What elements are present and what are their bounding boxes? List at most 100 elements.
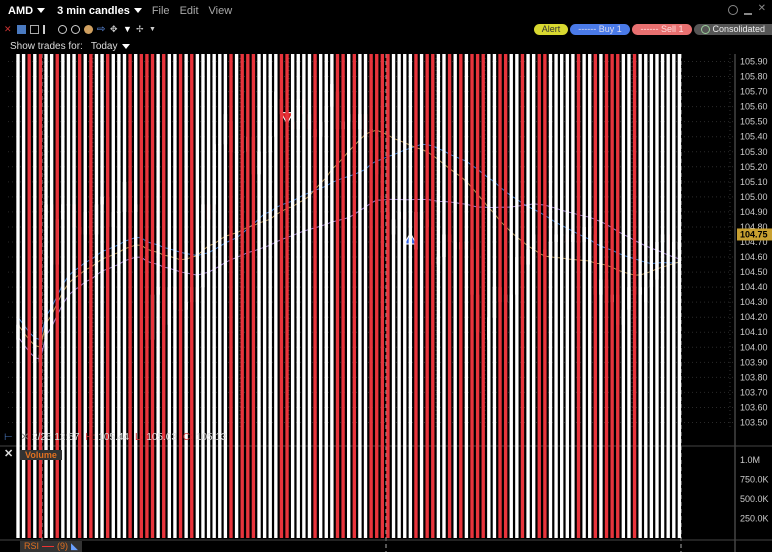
volume-bar [313, 54, 317, 538]
info-low: 105.03 [146, 431, 177, 443]
close-pane-icon[interactable]: ✕ [4, 447, 13, 460]
volume-bar [543, 54, 547, 538]
volume-bar [571, 54, 575, 538]
draw-tool-icon[interactable]: ✢ [136, 25, 145, 34]
volume-bar [515, 54, 519, 538]
window-controls: ✕ [727, 4, 766, 15]
volume-bar [117, 54, 121, 538]
volume-bar [246, 54, 250, 538]
volume-bar [531, 54, 536, 538]
volume-bar [229, 54, 233, 538]
price-tick-label: 103.80 [740, 372, 768, 382]
chevron-down-icon [37, 8, 46, 13]
info-datetime: 2/26 12:57 [32, 431, 80, 443]
chevron-down-icon[interactable]: ▼ [149, 25, 158, 34]
price-tick-label: 104.20 [740, 312, 768, 322]
volume-bar [27, 54, 31, 538]
volume-bar [94, 54, 99, 538]
price-tick-label: 104.00 [740, 342, 768, 352]
volume-bar [481, 54, 485, 538]
menu-file[interactable]: File [152, 5, 170, 17]
zoom-in-icon[interactable] [58, 25, 67, 34]
volume-bar [565, 54, 569, 538]
volume-bar [83, 54, 87, 538]
price-tick-label: 105.60 [740, 102, 768, 112]
sell-button[interactable]: ------ Sell 1 [632, 24, 692, 35]
volume-tick-label: 500.0K [740, 494, 769, 504]
volume-bar [134, 54, 138, 538]
volume-bar [599, 54, 603, 538]
price-tick-label: 105.00 [740, 192, 768, 202]
rsi-pane-label[interactable]: RSI (9) ◣ [20, 541, 82, 552]
volume-bar [122, 54, 127, 538]
volume-bars [16, 54, 682, 538]
volume-bar [274, 54, 278, 538]
volume-bar [61, 54, 65, 538]
volume-bar [560, 54, 564, 538]
crosshair-icon[interactable] [84, 25, 93, 34]
close-x-icon[interactable]: ✕ [4, 25, 13, 34]
volume-bar [285, 54, 289, 538]
grid-icon[interactable] [30, 25, 39, 34]
dropdown-arrow-icon[interactable]: ▼ [123, 25, 132, 34]
trades-filter-row: Show trades for: Today [0, 38, 772, 54]
volume-bar [66, 54, 71, 538]
info-low-label: L: [134, 431, 144, 443]
volume-bar [324, 54, 328, 538]
volume-bar [262, 54, 267, 538]
interval-selector[interactable]: 3 min candles [57, 5, 142, 17]
bar-chart-icon[interactable] [17, 25, 26, 34]
volume-bar [190, 54, 194, 538]
volume-bar [72, 54, 76, 538]
symbol-label: AMD [8, 4, 34, 17]
price-chart[interactable]: 105.90 105.80 105.70 105.60 105.50 105.40 105.… [0, 54, 772, 552]
price-tick-label: 104.60 [740, 252, 768, 262]
trades-selector[interactable]: Today [91, 41, 130, 52]
price-tick-label: 105.50 [740, 117, 768, 127]
arrow-right-icon[interactable]: ⇨ [97, 25, 106, 35]
symbol-selector[interactable]: AMD [8, 4, 46, 17]
pan-icon[interactable]: ✥ [110, 25, 119, 34]
zoom-out-icon[interactable] [71, 25, 80, 34]
menu-edit[interactable]: Edit [180, 5, 199, 17]
volume-bar [21, 54, 26, 538]
volume-bar [162, 54, 166, 538]
info-high: 105.44 [98, 431, 129, 443]
volume-bar [139, 54, 143, 538]
route-selector[interactable]: Consolidated [694, 24, 772, 35]
volume-bar [206, 54, 211, 538]
crosshair-handle-icon[interactable]: ⊢ [4, 432, 13, 443]
rsi-line-swatch [42, 546, 55, 547]
volume-bar [290, 54, 295, 538]
volume-bar [375, 54, 379, 538]
price-tick-label: 103.50 [740, 417, 768, 427]
volume-bar [318, 54, 323, 538]
close-icon[interactable]: ✕ [758, 4, 766, 15]
volume-bar [425, 54, 429, 538]
volume-bar [223, 54, 228, 538]
menu-view[interactable]: View [209, 5, 233, 17]
rsi-settings-icon[interactable]: ◣ [71, 541, 78, 552]
chevron-down-icon [121, 43, 130, 49]
gear-icon[interactable] [727, 5, 738, 15]
close-small-icon[interactable]: ✕ [21, 432, 29, 443]
buy-button[interactable]: ------ Buy 1 [570, 24, 630, 35]
volume-bar [588, 54, 592, 538]
volume-bar [419, 54, 424, 538]
volume-tick-label: 1.0M [740, 455, 760, 465]
volume-tick-label: 750.0K [740, 474, 769, 484]
volume-bar [251, 54, 256, 538]
cursor-icon[interactable] [43, 25, 54, 34]
alert-button[interactable]: Alert [534, 24, 568, 35]
volume-pane-label[interactable]: Volume [20, 450, 62, 460]
info-high-label: H: [85, 431, 96, 443]
volume-bar [576, 54, 581, 538]
volume-bar [442, 54, 446, 538]
volume-bar [487, 54, 491, 538]
price-tick-label: 105.90 [740, 57, 768, 67]
minimize-icon[interactable] [743, 5, 752, 15]
price-tick-label: 105.80 [740, 72, 768, 82]
price-tick-label: 104.10 [740, 327, 768, 337]
price-tick-label: 103.60 [740, 402, 768, 412]
volume-bar [77, 54, 82, 538]
